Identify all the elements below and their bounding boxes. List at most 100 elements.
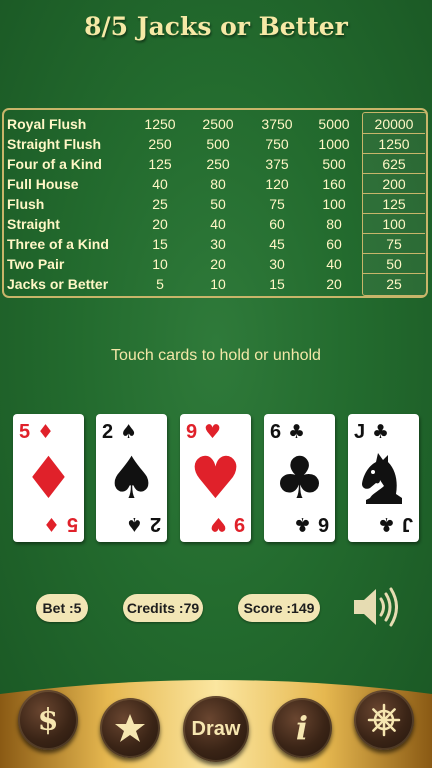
payout-1: 20: [152, 216, 168, 232]
payout-5: 625: [382, 156, 406, 172]
payout-2: 30: [210, 236, 226, 252]
payout-1: 5: [156, 276, 164, 292]
payout-1: 250: [148, 136, 172, 152]
payout-5: 25: [386, 276, 402, 292]
payout-3: 375: [265, 156, 289, 172]
game-title: 8/5 Jacks or Better: [84, 12, 348, 41]
heart-icon: ♥: [204, 421, 222, 443]
hand-name: Straight: [7, 216, 60, 232]
dollar-icon: $: [37, 702, 59, 738]
payout-3: 120: [265, 176, 289, 192]
spade-icon: ♠: [105, 444, 158, 512]
paytable-row: Full House 40 80 120 160 200: [4, 174, 428, 194]
payout-3: 60: [269, 216, 285, 232]
coin-button[interactable]: $: [18, 690, 78, 750]
paytable-row: Three of a Kind 15 30 45 60 75: [4, 234, 428, 254]
card-1[interactable]: 5 ♦ ♦ ♦ 5: [13, 414, 84, 542]
club-icon: ♣: [372, 421, 390, 443]
payout-5: 75: [386, 236, 402, 252]
card-rank: 5: [19, 421, 31, 443]
payout-4: 100: [322, 196, 346, 212]
club-icon: ♣: [273, 444, 326, 512]
card-5[interactable]: J ♣ ♣ J: [348, 414, 419, 542]
instruction-text: Touch cards to hold or unhold: [111, 347, 321, 364]
diamond-icon: ♦: [22, 444, 75, 512]
spade-icon: ♠: [125, 513, 143, 535]
card-2[interactable]: 2 ♠ ♠ ♠ 2: [96, 414, 167, 542]
payout-2: 250: [206, 156, 230, 172]
bet-display: Bet :5: [36, 594, 88, 622]
payout-4: 60: [326, 236, 342, 252]
payout-1: 15: [152, 236, 168, 252]
card-rank: 9: [233, 513, 245, 535]
knight-icon: [362, 453, 402, 504]
paytable-row: Four of a Kind 125 250 375 500 625: [4, 154, 428, 174]
hand-name: Full House: [7, 176, 79, 192]
payout-5: 200: [382, 176, 406, 192]
settings-button[interactable]: [354, 690, 414, 750]
payout-2: 2500: [202, 116, 234, 132]
payout-5: 20000: [374, 116, 414, 132]
score-display: Score :149: [238, 594, 320, 622]
club-icon: ♣: [377, 513, 395, 535]
paytable: Royal Flush 1250 2500 3750 5000 20000 St…: [2, 108, 428, 298]
payout-1: 25: [152, 196, 168, 212]
card-4[interactable]: 6 ♣ ♣ ♣ 6: [264, 414, 335, 542]
payout-2: 80: [210, 176, 226, 192]
spade-icon: ♠: [120, 421, 138, 443]
payout-5: 50: [386, 256, 402, 272]
diamond-icon: ♦: [37, 421, 55, 443]
hand-name: Flush: [7, 196, 45, 212]
hand-name: Jacks or Better: [7, 276, 109, 292]
payout-2: 50: [210, 196, 226, 212]
payout-3: 750: [265, 136, 289, 152]
payout-5: 1250: [378, 136, 410, 152]
payout-4: 500: [322, 156, 346, 172]
paytable-row: Straight 20 40 60 80 100: [4, 214, 428, 234]
card-rank: J: [354, 421, 366, 443]
ship-wheel-icon: [367, 703, 401, 737]
card-rank: 6: [270, 421, 282, 443]
hand-name: Three of a Kind: [7, 236, 109, 252]
paytable-row: Flush 25 50 75 100 125: [4, 194, 428, 214]
hand-name: Straight Flush: [7, 136, 102, 152]
payout-3: 75: [269, 196, 285, 212]
payout-2: 20: [210, 256, 226, 272]
hand-name: Two Pair: [7, 256, 65, 272]
speaker-icon[interactable]: [352, 586, 398, 628]
payout-1: 125: [148, 156, 172, 172]
info-icon: i: [295, 709, 309, 747]
payout-1: 10: [152, 256, 168, 272]
payout-2: 40: [210, 216, 226, 232]
payout-3: 15: [269, 276, 285, 292]
club-icon: ♣: [293, 513, 311, 535]
card-rank: 6: [317, 513, 329, 535]
favorite-button[interactable]: [100, 698, 160, 758]
hand-name: Royal Flush: [7, 116, 87, 132]
payout-2: 500: [206, 136, 230, 152]
hand-name: Four of a Kind: [7, 156, 102, 172]
info-button[interactable]: i: [272, 698, 332, 758]
paytable-row: Jacks or Better 5 10 15 20 25: [4, 274, 428, 294]
card-rank: 2: [149, 513, 161, 535]
card-rank: 2: [102, 421, 114, 443]
payout-4: 160: [322, 176, 346, 192]
payout-4: 80: [326, 216, 342, 232]
credits-display: Credits :79: [123, 594, 203, 622]
payout-4: 20: [326, 276, 342, 292]
payout-2: 10: [210, 276, 226, 292]
payout-4: 1000: [318, 136, 350, 152]
paytable-row: Royal Flush 1250 2500 3750 5000 20000: [4, 114, 428, 134]
club-icon: ♣: [288, 421, 306, 443]
payout-4: 40: [326, 256, 342, 272]
payout-1: 40: [152, 176, 168, 192]
payout-3: 45: [269, 236, 285, 252]
draw-button[interactable]: Draw: [183, 696, 249, 762]
card-rank: 9: [186, 421, 198, 443]
card-3[interactable]: 9 ♥ ♥ ♥ 9: [180, 414, 251, 542]
star-icon: [115, 714, 145, 742]
heart-icon: ♥: [189, 444, 242, 512]
card-rank: J: [401, 513, 413, 535]
heart-icon: ♥: [209, 513, 227, 535]
diamond-icon: ♦: [42, 513, 60, 535]
